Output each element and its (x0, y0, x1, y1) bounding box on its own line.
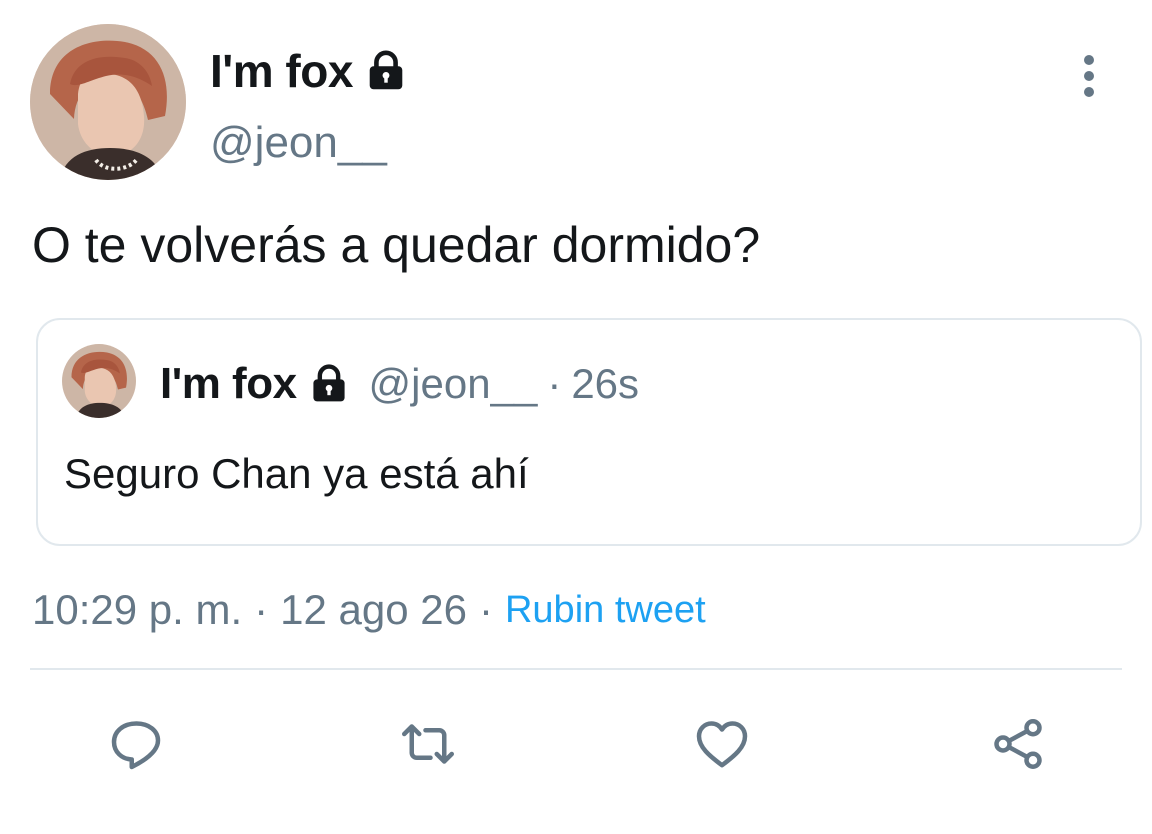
author-avatar[interactable] (30, 24, 186, 180)
separator-dot: · (254, 586, 269, 633)
avatar-photo (62, 344, 136, 418)
separator-dot: · (547, 360, 562, 407)
heart-icon (696, 721, 748, 768)
author-handle[interactable]: @jeon__ (210, 118, 387, 168)
quoted-author-handle: @jeon__ (368, 360, 538, 407)
lock-icon (312, 364, 345, 402)
quoted-tweet-text: Seguro Chan ya está ahí (64, 450, 529, 497)
reply-button[interactable] (104, 712, 168, 776)
quoted-author-name: I'm fox (160, 359, 297, 408)
retweet-button[interactable] (396, 712, 460, 776)
retweet-icon (402, 724, 454, 764)
more-dot-icon (1084, 55, 1094, 65)
more-dot-icon (1084, 87, 1094, 97)
separator-dot: · (478, 586, 493, 633)
share-icon (994, 719, 1042, 769)
tweet-text: O te volverás a quedar dormido? (32, 217, 761, 273)
tweet-source-link[interactable]: Rubin tweet (505, 589, 706, 632)
tweet-date: 12 ago 26 (280, 586, 467, 633)
like-button[interactable] (690, 712, 754, 776)
reply-icon (111, 721, 161, 770)
share-button[interactable] (986, 712, 1050, 776)
author-name-row: I'm fox (210, 42, 409, 100)
quoted-tweet-header: I'm fox @jeon__ · 26s (160, 356, 639, 412)
quoted-tweet-age: 26s (571, 360, 640, 407)
divider (30, 668, 1122, 670)
avatar-photo (30, 24, 186, 180)
more-dot-icon (1084, 71, 1094, 81)
tweet-time: 10:29 p. m. (32, 586, 243, 633)
quoted-author-avatar (62, 344, 136, 418)
tweet-meta: 10:29 p. m. · 12 ago 26 · Rubin tweet (32, 584, 706, 636)
author-display-name[interactable]: I'm fox (210, 44, 353, 98)
lock-icon (369, 50, 403, 90)
quoted-tweet-card[interactable] (36, 318, 1142, 546)
more-options-button[interactable] (1064, 48, 1114, 104)
